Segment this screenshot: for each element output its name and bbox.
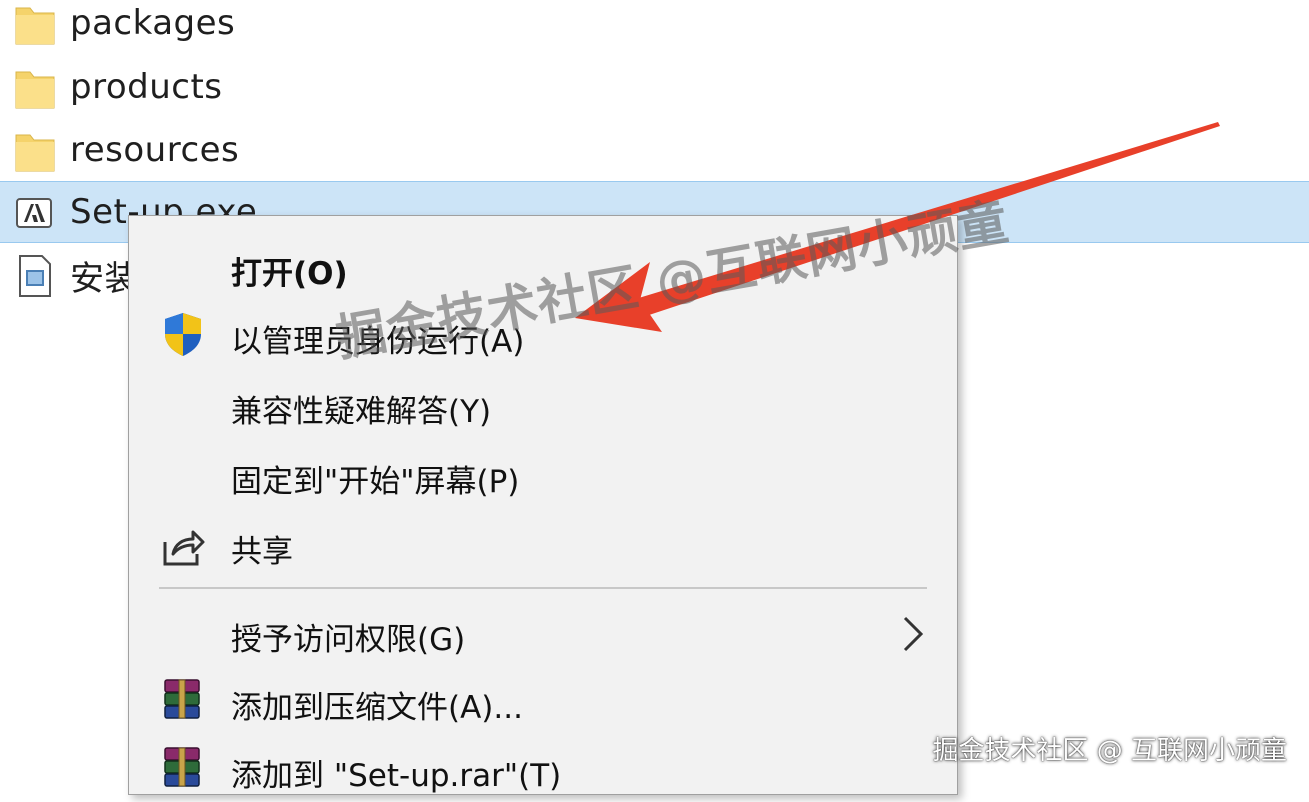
file-name: resources	[70, 130, 240, 170]
winrar-icon	[164, 747, 200, 787]
chevron-right-icon	[903, 616, 924, 652]
menu-item-grant-access[interactable]: 授予访问权限(G)	[129, 600, 957, 666]
menu-label: 固定到"开始"屏幕(P)	[231, 464, 520, 500]
menu-label: 授予访问权限(G)	[231, 622, 466, 658]
menu-item-pin-to-start[interactable]: 固定到"开始"屏幕(P)	[129, 442, 957, 508]
menu-label: 打开(O)	[231, 256, 348, 292]
share-icon	[163, 530, 205, 566]
menu-item-add-to-archive[interactable]: 添加到压缩文件(A)...	[129, 668, 957, 734]
winrar-icon	[164, 679, 200, 719]
file-row-resources[interactable]: resources	[0, 119, 1309, 181]
file-row-products[interactable]: products	[0, 56, 1309, 118]
file-row-packages[interactable]: packages	[0, 0, 1309, 54]
menu-label: 添加到 "Set-up.rar"(T)	[231, 758, 562, 794]
menu-label: 共享	[231, 534, 293, 570]
folder-icon	[15, 134, 55, 172]
menu-item-troubleshoot[interactable]: 兼容性疑难解答(Y)	[129, 372, 957, 438]
file-name: packages	[70, 3, 236, 43]
menu-label: 兼容性疑难解答(Y)	[231, 394, 492, 430]
uac-shield-icon	[165, 313, 201, 356]
file-name: products	[70, 67, 223, 107]
menu-separator	[159, 587, 927, 589]
folder-icon	[15, 7, 55, 45]
menu-item-share[interactable]: 共享	[129, 512, 957, 578]
menu-item-add-to-setup-rar[interactable]: 添加到 "Set-up.rar"(T)	[129, 736, 957, 802]
folder-icon	[15, 71, 55, 109]
watermark-corner-text: 掘金技术社区 @ 互联网小顽童	[932, 736, 1287, 766]
adobe-setup-icon	[16, 198, 52, 228]
menu-label: 添加到压缩文件(A)...	[231, 690, 523, 726]
text-document-icon	[19, 255, 51, 297]
